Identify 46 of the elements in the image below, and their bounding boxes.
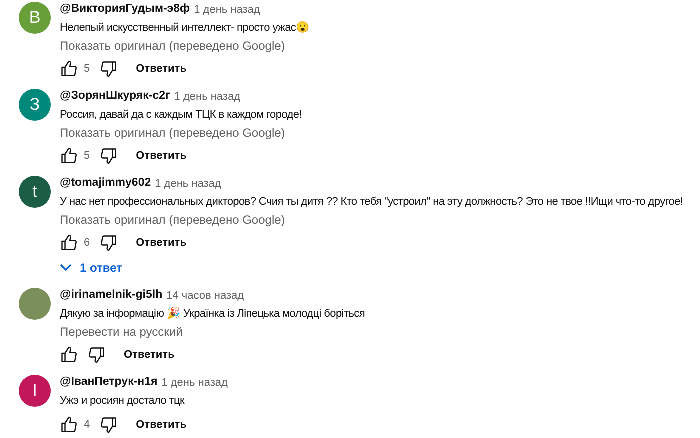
avatar: t [19, 176, 51, 208]
comment-author[interactable]: @ВикторияГудым-э8ф [60, 1, 190, 19]
reply-button[interactable]: Ответить [134, 416, 189, 434]
comment-author[interactable]: @IванПетрук-н1я [60, 374, 158, 392]
replies-count[interactable]: 1 ответ [80, 259, 123, 277]
comment-text: Дякую за інформацію 🎉 Українка із Ліпецька молодці боріться [60, 306, 365, 322]
thumbs-up-icon[interactable] [60, 60, 78, 78]
translate-link[interactable]: Показать оригинал (переведено Google) [60, 212, 286, 229]
thumbs-down-icon[interactable] [100, 60, 118, 78]
thumbs-up-icon[interactable] [60, 346, 78, 364]
thumbs-up-icon[interactable] [60, 234, 78, 252]
like-count: 4 [84, 418, 90, 433]
avatar-photo-placeholder [19, 288, 51, 320]
comment-time[interactable]: 1 день назад [194, 2, 260, 18]
comment-time[interactable]: 1 день назад [155, 176, 222, 192]
avatar: В [19, 2, 51, 34]
comment-text: Ужэ и росиян достало тцк [60, 394, 186, 409]
translate-link[interactable]: Перевести на русский [60, 324, 183, 341]
comment-author[interactable]: @ЗорянШкуряк-с2г [60, 88, 170, 106]
reply-button[interactable]: Ответить [122, 346, 177, 364]
thumbs-up-icon[interactable] [60, 147, 78, 165]
avatar: I [19, 375, 51, 407]
reply-button[interactable]: Ответить [134, 234, 189, 252]
comment-text: Россия, давай да с каждым ТЦК в каждом городе! [60, 108, 302, 123]
like-count: 6 [84, 236, 90, 251]
comment-author[interactable]: @tomajimmy602 [60, 175, 152, 193]
comment-time[interactable]: 1 день назад [174, 88, 241, 106]
avatar: З [19, 89, 51, 121]
reply-button[interactable]: Ответить [134, 148, 189, 164]
replies-toggle[interactable]: 1 ответ [60, 256, 123, 280]
comment-text: У нас нет профессиональных дикторов? Счия ты дитя ?? Кто тебя "устроил" на эту должность? Это не твое !!Ищи что-то другое! [60, 195, 684, 210]
like-count: 5 [84, 148, 90, 164]
thumbs-down-icon[interactable] [100, 234, 118, 252]
thumbs-down-icon[interactable] [100, 416, 118, 434]
reply-button[interactable]: Ответить [134, 60, 189, 78]
comment-author[interactable]: @irinamelnik-gi5lh [60, 287, 163, 305]
thumbs-up-icon[interactable] [60, 416, 78, 434]
chevron-down-icon [60, 264, 72, 272]
like-count: 5 [84, 62, 90, 77]
comment-time[interactable]: 14 часов назад [166, 288, 244, 304]
thumbs-down-icon[interactable] [100, 147, 118, 165]
translate-link[interactable]: Показать оригинал (переведено Google) [60, 125, 286, 142]
comment-text: Нелепый искусственный интеллект- просто ужас😮 [60, 20, 310, 36]
translate-link[interactable]: Показать оригинал (переведено Google) [60, 38, 286, 55]
thumbs-down-icon[interactable] [88, 346, 106, 364]
comment-time[interactable]: 1 день назад [162, 374, 228, 392]
